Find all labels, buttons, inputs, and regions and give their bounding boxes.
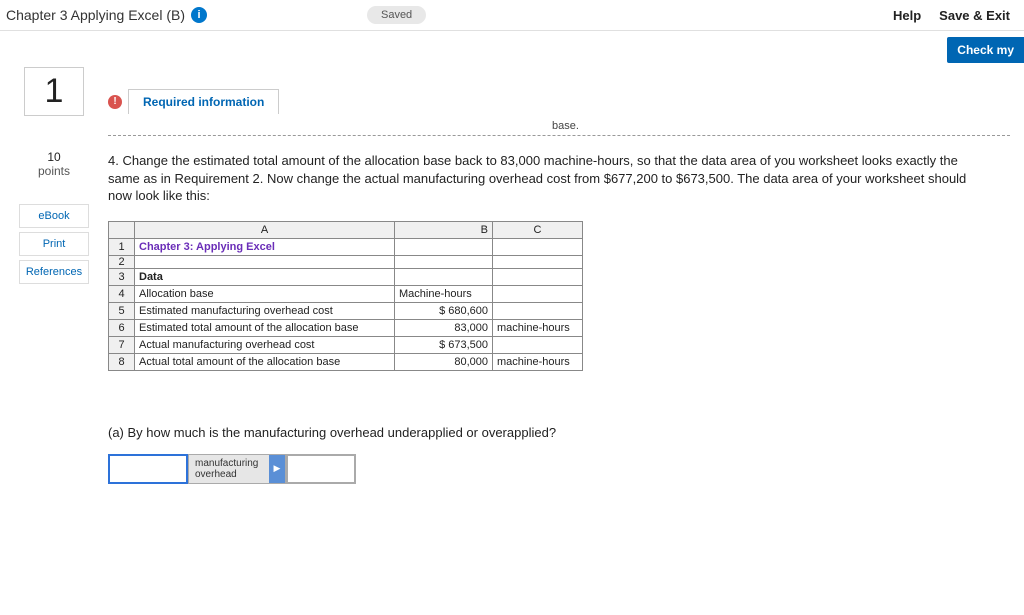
row-number: 1 bbox=[109, 238, 135, 255]
row-number: 2 bbox=[109, 255, 135, 268]
print-button[interactable]: Print bbox=[19, 232, 89, 256]
points-label: points bbox=[38, 164, 70, 178]
points-display: 10 points bbox=[38, 150, 70, 178]
cell-b bbox=[395, 255, 493, 268]
cell-c bbox=[493, 336, 583, 353]
points-value: 10 bbox=[47, 150, 60, 164]
col-header-b: B bbox=[395, 221, 493, 238]
cell-b: $ 680,600 bbox=[395, 302, 493, 319]
left-sidebar: 1 10 points eBook Print References bbox=[0, 63, 108, 484]
col-header-c: C bbox=[493, 221, 583, 238]
row-number: 7 bbox=[109, 336, 135, 353]
save-exit-link[interactable]: Save & Exit bbox=[939, 8, 1010, 23]
cell-c: machine-hours bbox=[493, 353, 583, 370]
cell-c: machine-hours bbox=[493, 319, 583, 336]
chevron-down-icon: ▶ bbox=[269, 455, 285, 483]
cell-c bbox=[493, 268, 583, 285]
data-table: A B C 1Chapter 3: Applying Excel23Data4A… bbox=[108, 221, 583, 371]
cell-a: Chapter 3: Applying Excel bbox=[135, 238, 395, 255]
cell-b: 80,000 bbox=[395, 353, 493, 370]
cell-a: Estimated manufacturing overhead cost bbox=[135, 302, 395, 319]
saved-status: Saved bbox=[367, 6, 426, 24]
cell-a: Data bbox=[135, 268, 395, 285]
row-number: 3 bbox=[109, 268, 135, 285]
row-number: 6 bbox=[109, 319, 135, 336]
cell-a: Estimated total amount of the allocation… bbox=[135, 319, 395, 336]
help-link[interactable]: Help bbox=[893, 8, 921, 23]
alert-icon: ! bbox=[108, 95, 122, 109]
cell-a: Actual total amount of the allocation ba… bbox=[135, 353, 395, 370]
cell-a: Actual manufacturing overhead cost bbox=[135, 336, 395, 353]
fragment-divider: base. bbox=[108, 120, 1010, 136]
table-corner bbox=[109, 221, 135, 238]
instruction-text: 4. Change the estimated total amount of … bbox=[108, 152, 988, 205]
ebook-button[interactable]: eBook bbox=[19, 204, 89, 228]
cell-b bbox=[395, 238, 493, 255]
cell-b: $ 673,500 bbox=[395, 336, 493, 353]
cell-b bbox=[395, 268, 493, 285]
dropdown-label: manufacturing overhead bbox=[189, 458, 269, 480]
cell-c bbox=[493, 285, 583, 302]
cell-c bbox=[493, 255, 583, 268]
question-a-text: (a) By how much is the manufacturing ove… bbox=[108, 425, 1010, 440]
answer-input-1[interactable] bbox=[108, 454, 188, 484]
fragment-text: base. bbox=[548, 120, 583, 132]
cell-b: Machine-hours bbox=[395, 285, 493, 302]
info-icon[interactable]: i bbox=[191, 7, 207, 23]
col-header-a: A bbox=[135, 221, 395, 238]
cell-a: Allocation base bbox=[135, 285, 395, 302]
assignment-title: Chapter 3 Applying Excel (B) bbox=[6, 7, 185, 23]
row-number: 5 bbox=[109, 302, 135, 319]
question-number: 1 bbox=[24, 67, 85, 116]
check-my-work-button[interactable]: Check my bbox=[947, 37, 1024, 63]
row-number: 8 bbox=[109, 353, 135, 370]
top-bar: Chapter 3 Applying Excel (B) i Saved Hel… bbox=[0, 0, 1024, 31]
answer-row: manufacturing overhead ▶ bbox=[108, 454, 1010, 484]
answer-input-2[interactable] bbox=[286, 454, 356, 484]
references-button[interactable]: References bbox=[19, 260, 89, 284]
row-number: 4 bbox=[109, 285, 135, 302]
content-area: ! Required information base. 4. Change t… bbox=[108, 63, 1024, 484]
overhead-type-dropdown[interactable]: manufacturing overhead ▶ bbox=[188, 454, 286, 484]
required-information-tab[interactable]: Required information bbox=[128, 89, 279, 114]
cell-c bbox=[493, 238, 583, 255]
cell-b: 83,000 bbox=[395, 319, 493, 336]
cell-c bbox=[493, 302, 583, 319]
cell-a bbox=[135, 255, 395, 268]
